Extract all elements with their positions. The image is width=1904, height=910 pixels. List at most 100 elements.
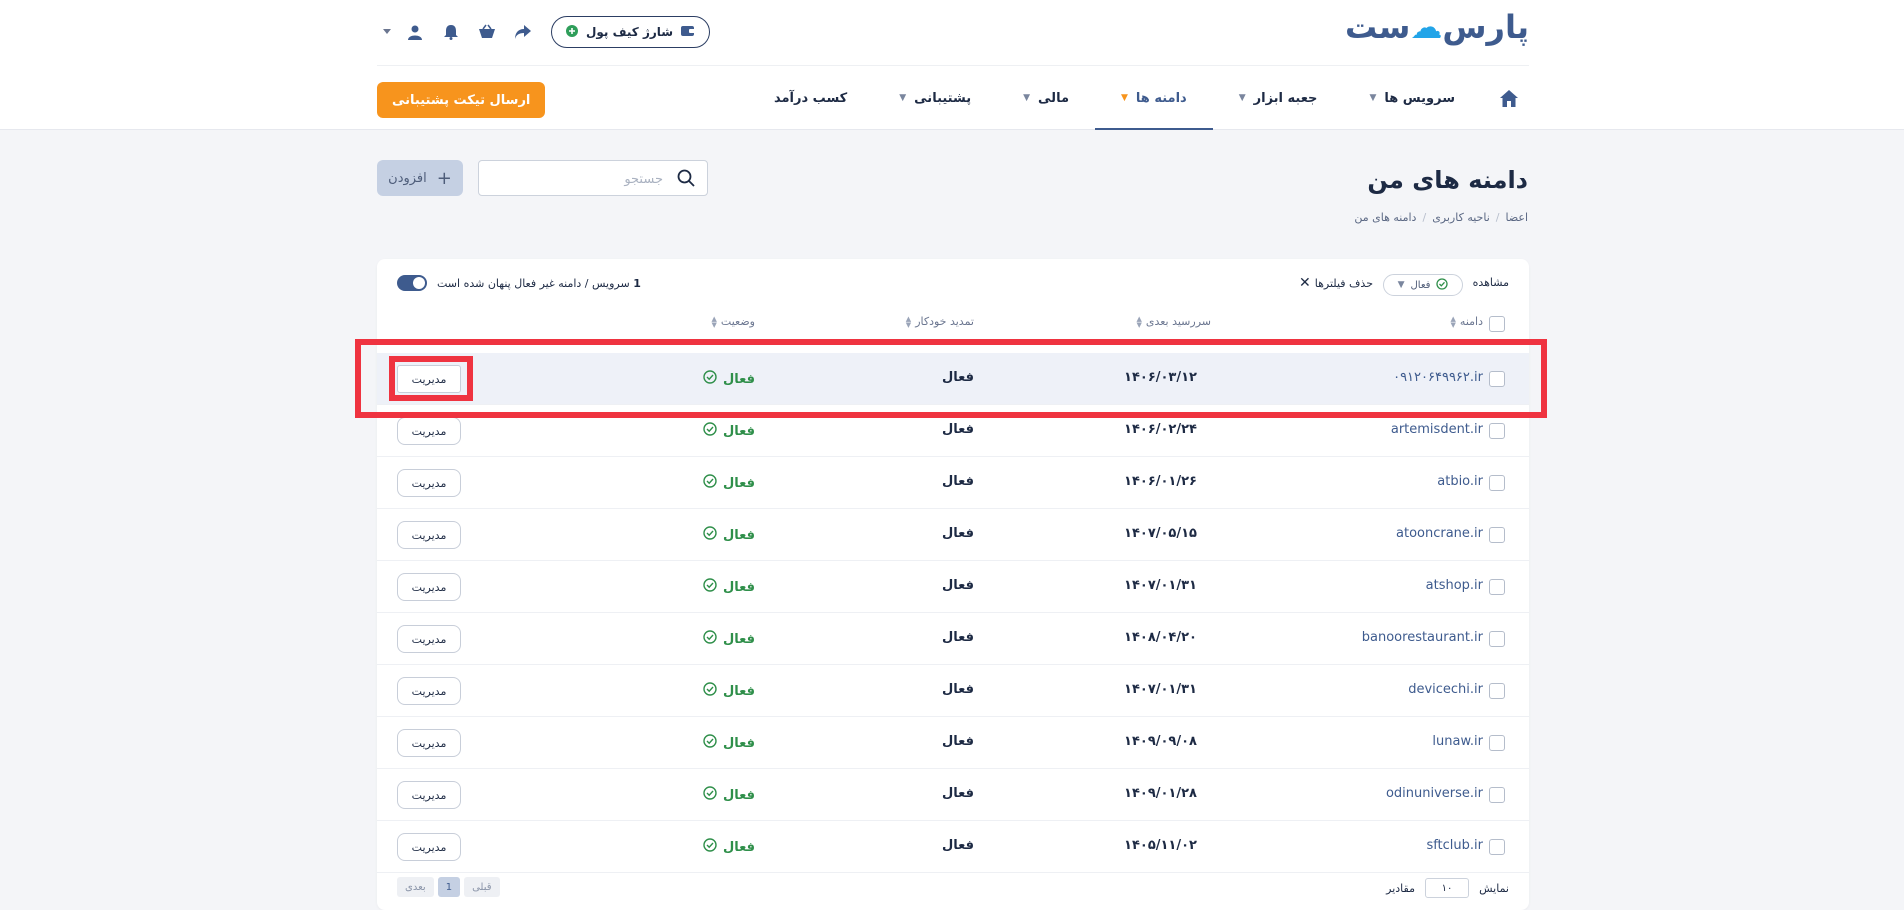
row-checkbox[interactable]: [1489, 371, 1505, 387]
column-domain[interactable]: دامنه ▲ ▼: [1451, 315, 1483, 328]
sort-icon: ▲ ▼: [905, 314, 912, 329]
user-icon[interactable]: [397, 16, 433, 48]
domain-link[interactable]: lunaw.ir: [1432, 734, 1483, 749]
auto-renew-value: فعال: [941, 370, 974, 385]
nav-earn[interactable]: کسب درآمد: [748, 66, 873, 130]
breadcrumb-my-domains: دامنه های من: [1354, 211, 1417, 224]
status-filter-select[interactable]: فعال ▼: [1383, 274, 1463, 296]
caret-down-icon: ▼: [1238, 93, 1246, 103]
values-label: مقادیر: [1386, 882, 1415, 895]
status-badge: فعال: [703, 370, 755, 388]
check-circle-icon: [703, 682, 717, 700]
add-button[interactable]: + افزودن: [377, 160, 463, 196]
nav-finance[interactable]: مالی ▼: [997, 66, 1095, 130]
row-checkbox[interactable]: [1489, 527, 1505, 543]
manage-button[interactable]: مدیریت: [397, 833, 461, 861]
send-ticket-button[interactable]: ارسال تیکت پشتیبانی: [377, 82, 546, 118]
next-due-date: ۱۴۰۸/۰۴/۲۰: [1124, 630, 1197, 645]
row-checkbox[interactable]: [1489, 631, 1505, 647]
per-page-select[interactable]: ۱۰: [1425, 878, 1469, 898]
site-header: پارس☁ست شارژ کیف پول سرویس ها ▼ جعبه ابز…: [0, 0, 1904, 130]
domain-link[interactable]: ۰۹۱۲۰۶۴۹۹۶۲.ir: [1393, 370, 1483, 385]
nav-support[interactable]: پشتیبانی ▼: [873, 66, 997, 130]
next-due-date: ۱۴۰۶/۰۳/۱۲: [1124, 370, 1197, 385]
clear-filters-button[interactable]: حذف فیلترها ✕: [1299, 275, 1373, 291]
manage-button[interactable]: مدیریت: [397, 417, 461, 445]
pagination: بعدی 1 قبلی: [397, 877, 500, 897]
domain-link[interactable]: devicechi.ir: [1408, 682, 1483, 697]
nav-toolbox[interactable]: جعبه ابزار ▼: [1213, 66, 1344, 130]
domain-link[interactable]: banoorestaurant.ir: [1362, 630, 1483, 645]
domain-link[interactable]: atooncrane.ir: [1396, 526, 1483, 541]
hidden-services-info: 1 سرویس / دامنه غیر فعال پنهان شده است: [397, 275, 641, 291]
auto-renew-value: فعال: [941, 526, 974, 541]
manage-button[interactable]: مدیریت: [397, 781, 461, 809]
manage-button[interactable]: مدیریت: [397, 573, 461, 601]
table-header: دامنه ▲ ▼ سررسید بعدی ▲ ▼ تمدید خودکار ▲ ▼ وضع…: [377, 309, 1529, 339]
auto-renew-value: فعال: [941, 786, 974, 801]
show-hidden-toggle[interactable]: [397, 275, 427, 291]
status-badge: فعال: [703, 578, 755, 596]
row-checkbox[interactable]: [1489, 475, 1505, 491]
auto-renew-value: فعال: [941, 422, 974, 437]
chevron-down-icon[interactable]: [377, 16, 397, 48]
sort-icon: ▲ ▼: [711, 314, 717, 329]
caret-down-icon: ▼: [1397, 280, 1405, 290]
filter-bar: مشاهده فعال ▼ حذف فیلترها ✕ 1 سرویس / دا…: [377, 259, 1529, 309]
nav-services[interactable]: سرویس ها ▼: [1343, 66, 1481, 130]
domain-link[interactable]: atbio.ir: [1437, 474, 1483, 489]
row-checkbox[interactable]: [1489, 787, 1505, 803]
brand-logo[interactable]: پارس☁ست: [1345, 8, 1530, 46]
row-checkbox[interactable]: [1489, 423, 1505, 439]
domain-link[interactable]: artemisdent.ir: [1391, 422, 1483, 437]
wallet-charge-button[interactable]: شارژ کیف پول: [551, 16, 711, 48]
bell-icon[interactable]: [433, 16, 469, 48]
check-circle-icon: [703, 734, 717, 752]
search-icon[interactable]: [677, 169, 695, 191]
page-1-button[interactable]: 1: [437, 877, 461, 897]
row-checkbox[interactable]: [1489, 735, 1505, 751]
manage-button[interactable]: مدیریت: [397, 469, 461, 497]
status-badge: فعال: [703, 786, 755, 804]
caret-down-icon: ▼: [1369, 93, 1377, 103]
manage-button[interactable]: مدیریت: [397, 677, 461, 705]
prev-page-button[interactable]: قبلی: [464, 877, 500, 897]
column-auto-renew[interactable]: تمدید خودکار ▲ ▼: [906, 315, 974, 328]
row-checkbox[interactable]: [1489, 579, 1505, 595]
domain-link[interactable]: sftclub.ir: [1426, 838, 1483, 853]
search-input[interactable]: [493, 167, 663, 191]
auto-renew-value: فعال: [941, 734, 974, 749]
table-row: ۰۹۱۲۰۶۴۹۹۶۲.ir ۱۴۰۶/۰۳/۱۲ فعال فعال مدیریت: [377, 353, 1529, 405]
check-circle-icon: [703, 370, 717, 388]
breadcrumb-members[interactable]: اعضا: [1505, 211, 1528, 224]
check-circle-icon: [703, 786, 717, 804]
manage-button[interactable]: مدیریت: [397, 729, 461, 757]
domain-link[interactable]: odinuniverse.ir: [1386, 786, 1483, 801]
manage-button[interactable]: مدیریت: [397, 625, 461, 653]
manage-button[interactable]: مدیریت: [397, 365, 461, 393]
home-icon[interactable]: [1489, 66, 1529, 130]
next-page-button[interactable]: بعدی: [397, 877, 434, 897]
next-due-date: ۱۴۰۷/۰۵/۱۵: [1124, 526, 1197, 541]
status-badge: فعال: [703, 734, 755, 752]
status-badge: فعال: [703, 838, 755, 856]
basket-icon[interactable]: [469, 16, 505, 48]
check-circle-icon: [1436, 277, 1449, 293]
row-checkbox[interactable]: [1489, 683, 1505, 699]
breadcrumb: اعضا / ناحیه کاربری / دامنه های من: [1354, 211, 1528, 224]
sort-icon: ▲ ▼: [1450, 314, 1456, 329]
manage-button[interactable]: مدیریت: [397, 521, 461, 549]
share-icon[interactable]: [505, 16, 541, 48]
next-due-date: ۱۴۰۹/۰۹/۰۸: [1124, 734, 1197, 749]
check-circle-icon: [703, 578, 717, 596]
nav-domains[interactable]: دامنه ها ▼: [1095, 66, 1213, 130]
select-all-checkbox[interactable]: [1489, 316, 1505, 332]
column-status[interactable]: وضعیت ▲ ▼: [712, 315, 755, 328]
domain-link[interactable]: atshop.ir: [1426, 578, 1483, 593]
table-row: atshop.ir ۱۴۰۷/۰۱/۳۱ فعال فعال مدیریت: [377, 561, 1529, 613]
breadcrumb-user-area[interactable]: ناحیه کاربری: [1432, 211, 1490, 224]
page-title: دامنه های من: [1367, 166, 1528, 194]
row-checkbox[interactable]: [1489, 839, 1505, 855]
column-next-due[interactable]: سررسید بعدی ▲ ▼: [1136, 315, 1211, 328]
status-badge: فعال: [703, 526, 755, 544]
